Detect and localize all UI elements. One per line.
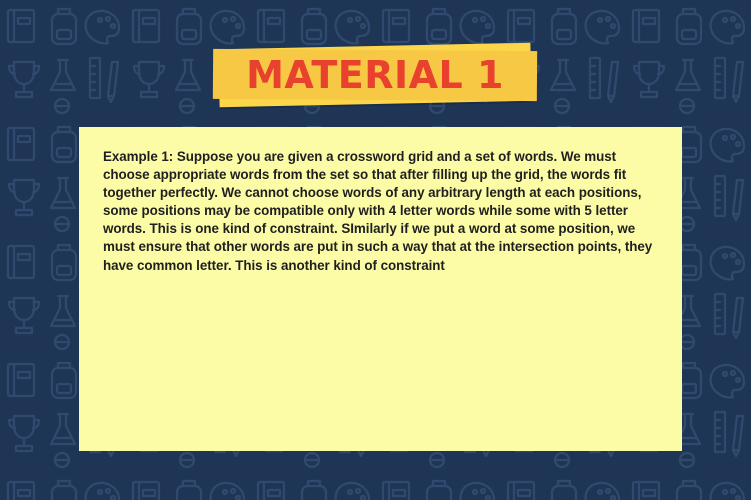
- content-paragraph: Example 1: Suppose you are given a cross…: [103, 149, 653, 273]
- content-card: Example 1: Suppose you are given a cross…: [79, 127, 682, 451]
- page-title: MATERIAL 1: [246, 53, 504, 97]
